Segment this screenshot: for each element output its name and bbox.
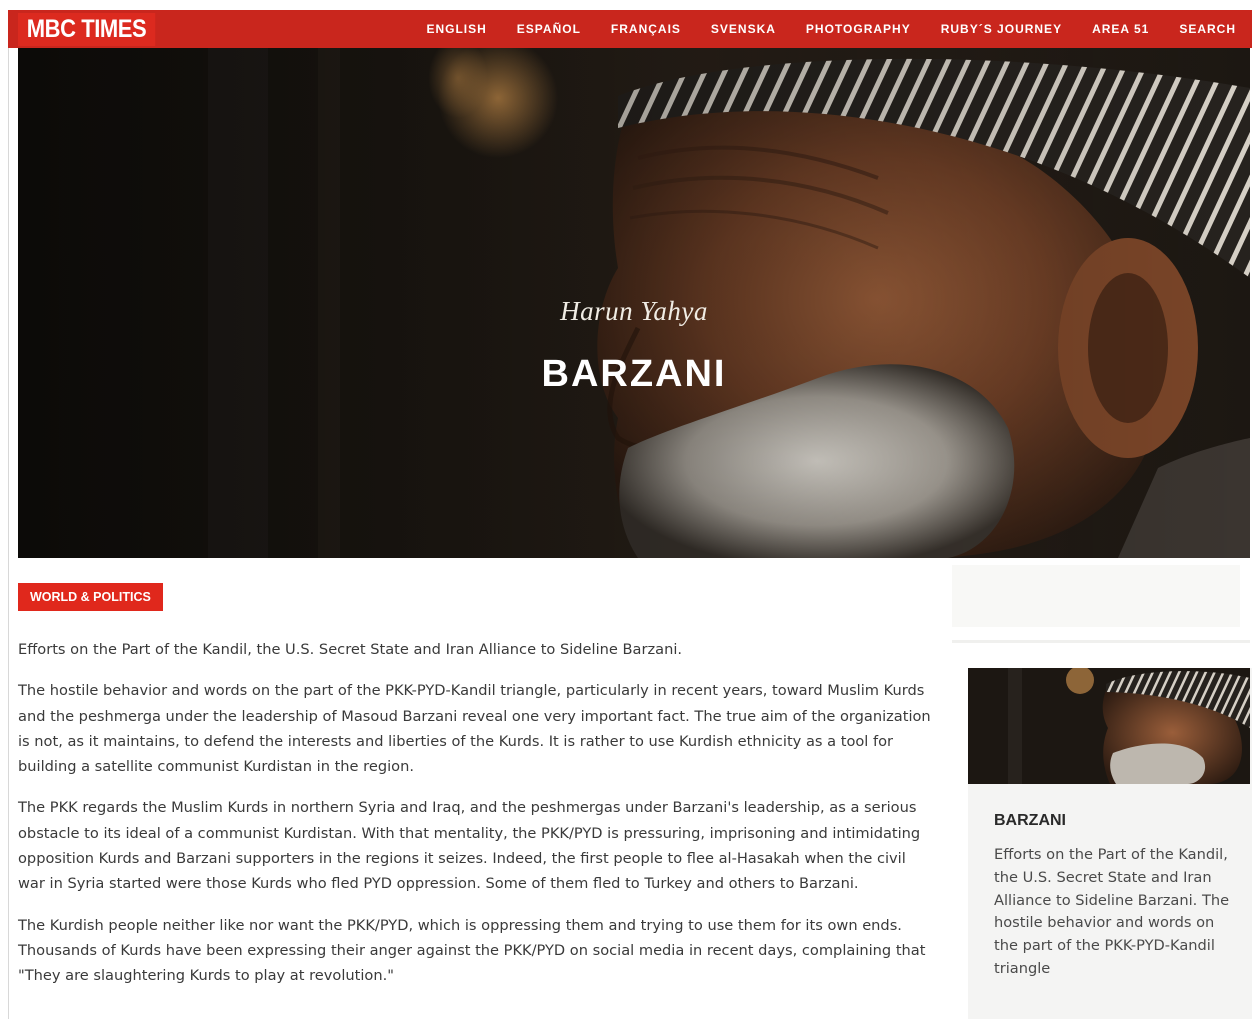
nav-item-area-51[interactable]: AREA 51 [1077, 10, 1164, 48]
nav-item-espanol[interactable]: ESPAÑOL [502, 10, 596, 48]
nav-item-search[interactable]: SEARCH [1164, 10, 1252, 48]
related-thumbnail-image [968, 668, 1250, 784]
article-lead: Efforts on the Part of the Kandil, the U… [18, 641, 683, 658]
nav-item-francais[interactable]: FRANÇAIS [596, 10, 696, 48]
main-nav: ENGLISH ESPAÑOL FRANÇAIS SVENSKA PHOTOGR… [411, 10, 1252, 48]
nav-item-svenska[interactable]: SVENSKA [696, 10, 791, 48]
article-paragraph: The Kurdish people neither like nor want… [18, 916, 926, 985]
article-paragraph: The PKK regards the Muslim Kurds in nort… [18, 799, 921, 893]
category-badge[interactable]: WORLD & POLITICS [18, 583, 163, 611]
related-title[interactable]: BARZANI [994, 812, 1066, 830]
nav-item-photography[interactable]: PHOTOGRAPHY [791, 10, 926, 48]
page-left-border [8, 48, 9, 1019]
hero-author: Harun Yahya [560, 296, 708, 326]
hero-banner: Harun Yahya BARZANI [18, 48, 1250, 558]
article-body: Efforts on the Part of the Kandil, the U… [18, 637, 933, 1005]
nav-item-english[interactable]: ENGLISH [411, 10, 501, 48]
hero-title: BARZANI [541, 353, 727, 395]
related-excerpt: Efforts on the Part of the Kandil, the U… [994, 846, 1230, 977]
sidebar-ad-slot [952, 565, 1240, 627]
site-logo[interactable]: MBC TIMES [18, 13, 156, 46]
sidebar-divider [952, 640, 1250, 643]
related-thumbnail[interactable] [968, 668, 1250, 784]
article-paragraph: The hostile behavior and words on the pa… [18, 682, 931, 776]
nav-item-rubys-journey[interactable]: RUBY´S JOURNEY [926, 10, 1077, 48]
sidebar-related-card[interactable]: BARZANI Efforts on the Part of the Kandi… [968, 668, 1252, 1019]
